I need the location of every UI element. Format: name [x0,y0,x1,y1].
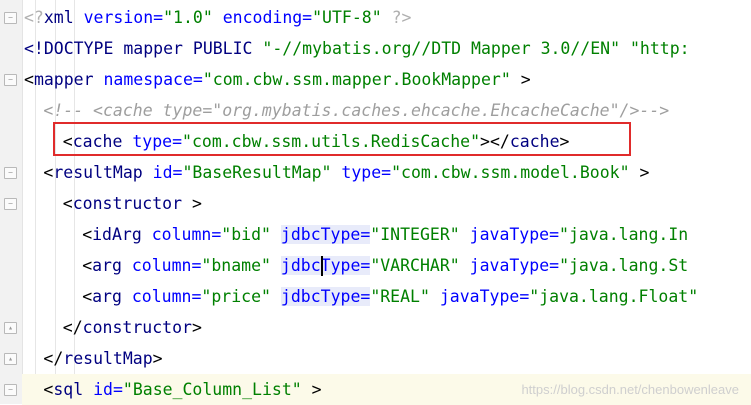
code-token: "http: [620,39,690,58]
code-line[interactable]: </resultMap> [22,343,751,374]
fold-end-icon[interactable]: ▴ [4,353,17,365]
code-token: "1.0" [163,8,213,27]
code-token: column= [131,256,202,275]
code-token: > [559,132,570,151]
code-token: sql [53,380,94,399]
code-token: jdbcType= [280,256,371,275]
code-token: "REAL" [370,287,430,306]
code-token: javaType= [459,256,560,275]
code-token: namespace= [103,70,203,89]
fold-collapse-icon[interactable]: − [4,12,17,24]
code-token: "UTF-8" [312,8,382,27]
code-token: < [62,194,73,213]
code-token: ?> [381,8,412,27]
code-token: <!-- <cache type="org.mybatis.caches.ehc… [43,101,670,120]
code-token: "java.lang.St [559,256,689,275]
text-caret [320,256,323,276]
code-token: mapper PUBLIC [123,39,263,58]
code-token: xml [43,8,84,27]
code-token: id= [152,163,183,182]
fold-collapse-icon[interactable]: − [4,167,17,179]
code-token: mapper [33,70,104,89]
code-token: "com.cbw.ssm.utils.RedisCache" [182,132,481,151]
code-token: resultMap [53,163,153,182]
code-token: < [82,225,93,244]
code-token: "bname" [201,256,271,275]
code-token: </ [62,318,83,337]
code-token: > [301,380,322,399]
code-token: column= [131,287,202,306]
code-token: id= [93,380,123,399]
code-token: > [152,349,163,368]
code-editor[interactable]: <?xml version="1.0" encoding="UTF-8" ?> <… [22,0,751,405]
code-token: resultMap [63,349,153,368]
code-token: encoding= [212,8,313,27]
code-token: <!DOCTYPE [24,39,124,58]
fold-end-icon[interactable]: ▴ [4,322,17,334]
code-line[interactable]: <resultMap id="BaseResultMap" type="com.… [22,157,751,188]
code-token: "com.cbw.ssm.mapper.BookMapper" [202,70,511,89]
code-token: < [43,163,54,182]
code-token: constructor [82,318,192,337]
code-line[interactable]: <!DOCTYPE mapper PUBLIC "-//mybatis.org/… [22,33,751,64]
code-token: < [62,132,73,151]
code-token: javaType= [429,287,530,306]
code-token: <? [24,8,44,27]
code-line[interactable]: <arg column="price" jdbcType="REAL" java… [22,281,751,312]
code-token: < [82,256,93,275]
code-token: > [191,318,202,337]
fold-collapse-icon[interactable]: − [4,198,17,210]
code-line[interactable]: <arg column="bname" jdbcType="VARCHAR" j… [22,250,751,281]
code-token: "bid" [221,225,271,244]
code-line[interactable]: </constructor> [22,312,751,343]
code-token: column= [151,225,222,244]
code-token: "java.lang.In [559,225,689,244]
code-token: "-//mybatis.org//DTD Mapper 3.0//EN" [262,39,621,58]
code-token: </ [43,349,64,368]
code-token: > [629,163,650,182]
code-token: jdbcType= [280,287,371,306]
code-token: arg [92,287,132,306]
code-token: < [24,70,34,89]
code-token: javaType= [459,225,560,244]
code-token: "BaseResultMap" [182,163,332,182]
code-line[interactable]: <constructor > [22,188,751,219]
code-token: idArg [92,225,152,244]
editor-gutter: − − − − ▴ ▴ − [0,0,23,404]
code-token: type= [132,132,183,151]
code-line[interactable]: <mapper namespace="com.cbw.ssm.mapper.Bo… [22,64,751,95]
code-token: constructor [72,194,183,213]
code-line[interactable]: <?xml version="1.0" encoding="UTF-8" ?> [22,2,751,33]
code-token: ></ [480,132,510,151]
code-token: cache [72,132,133,151]
code-token: "INTEGER" [370,225,460,244]
code-token: version= [83,8,164,27]
code-token: > [510,70,531,89]
fold-collapse-icon[interactable]: − [4,74,17,86]
code-line[interactable]: <!-- <cache type="org.mybatis.caches.ehc… [22,95,751,126]
code-token: < [82,287,93,306]
code-token: jdbcType= [280,225,371,244]
code-token: arg [92,256,132,275]
code-token: "VARCHAR" [370,256,460,275]
code-token: cache [509,132,560,151]
code-token: "java.lang.Float" [529,287,699,306]
code-line[interactable]: <idArg column="bid" jdbcType="INTEGER" j… [22,219,751,250]
fold-collapse-icon[interactable]: − [4,384,17,396]
code-token: "Base_Column_List" [122,380,302,399]
watermark: https://blog.csdn.net/chenbowenleave [521,382,739,397]
code-token: "com.cbw.ssm.model.Book" [391,163,630,182]
code-token: "price" [201,287,271,306]
code-token: type= [331,163,392,182]
code-token: > [182,194,202,213]
code-line[interactable]: <cache type="com.cbw.ssm.utils.RedisCach… [22,126,751,157]
code-token: < [43,380,54,399]
